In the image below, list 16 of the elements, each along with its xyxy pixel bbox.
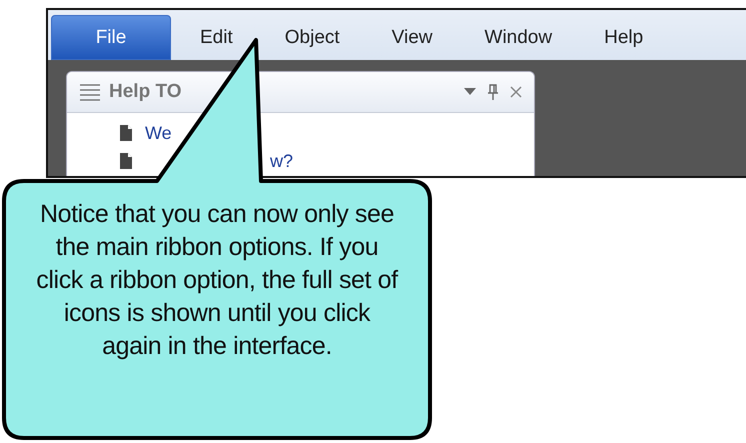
document-icon — [119, 124, 133, 142]
menu-tab[interactable]: View — [388, 22, 436, 54]
panel-title: Help TO — [109, 81, 182, 103]
topic-link[interactable]: w? — [270, 150, 294, 172]
menu-tab[interactable]: File — [51, 15, 171, 60]
pin-icon[interactable] — [488, 84, 498, 100]
menu-tab[interactable]: Help — [601, 22, 646, 54]
dropdown-icon[interactable] — [464, 88, 476, 96]
menu-tab[interactable]: Window — [482, 22, 556, 54]
menu-tab[interactable]: Edit — [197, 22, 236, 54]
callout-text: Notice that you can now only see the main ribbon options. If you click a ribbon option, the full set of icons is shown until you click again in the interface. — [35, 199, 400, 362]
topic-link[interactable]: We — [145, 122, 172, 144]
document-icon — [119, 152, 133, 170]
menu-tab[interactable]: Object — [282, 22, 343, 54]
menu-icon[interactable] — [79, 83, 101, 101]
close-icon[interactable] — [510, 86, 522, 98]
